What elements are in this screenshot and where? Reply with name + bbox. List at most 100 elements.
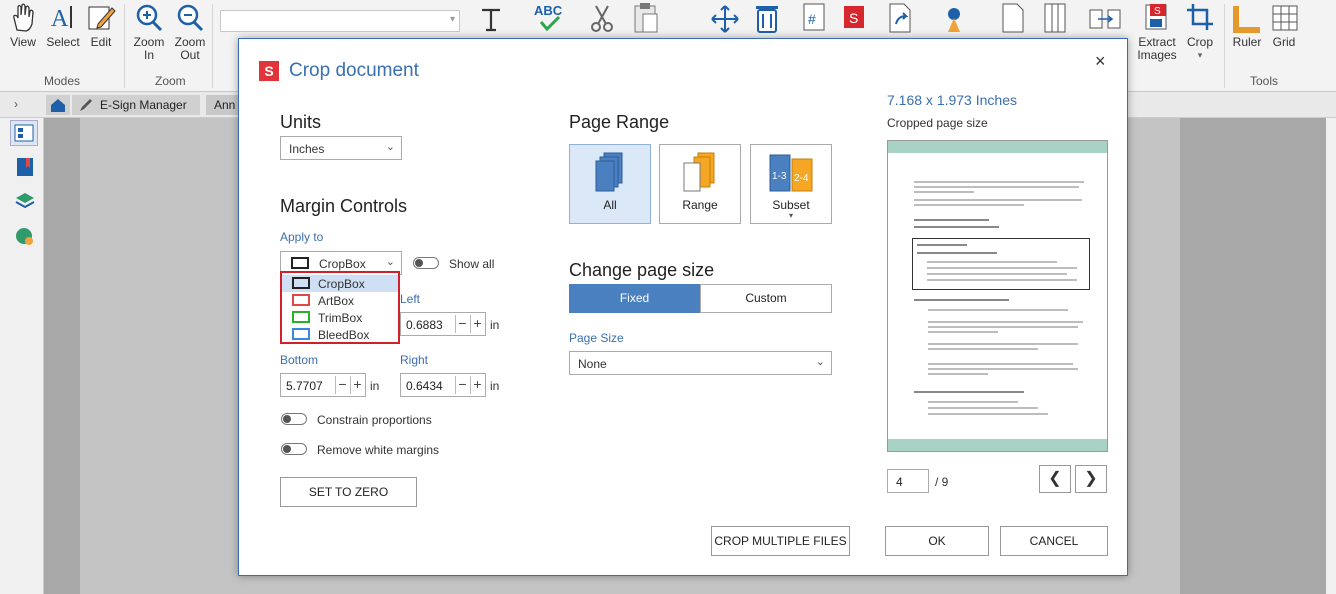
chevron-down-icon: ⌄ (815, 356, 825, 368)
increment-button[interactable]: + (470, 376, 484, 394)
dropdown-item-trimbox[interactable]: TrimBox (282, 309, 398, 326)
dropdown-item-cropbox[interactable]: CropBox (282, 275, 398, 292)
ribbon-separator (212, 4, 213, 88)
bottom-margin-value: 5.7707 (286, 379, 323, 393)
text-tool-icon[interactable] (476, 4, 506, 34)
preview-text-line (927, 273, 1067, 275)
preview-boxed-section (912, 238, 1090, 290)
set-to-zero-button[interactable]: SET TO ZERO (280, 477, 417, 507)
fixed-size-button[interactable]: Fixed (569, 284, 700, 313)
left-margin-input[interactable]: 0.6883 − + (400, 312, 486, 336)
scissors-icon[interactable] (588, 4, 616, 34)
ruler-label: Ruler (1232, 35, 1262, 49)
svg-text:ABC: ABC (534, 3, 563, 18)
margin-controls-heading: Margin Controls (280, 196, 408, 216)
ruler-button[interactable]: Ruler (1230, 2, 1264, 49)
zoom-out-icon (177, 4, 204, 32)
view-button[interactable]: View (8, 2, 38, 49)
sign-icon[interactable] (940, 4, 970, 34)
preview-text-line (914, 299, 1009, 301)
decrement-button[interactable]: − (335, 376, 349, 394)
apply-to-label: Apply to (280, 230, 324, 244)
page-number-icon[interactable]: # (800, 2, 830, 34)
units-select[interactable]: Inches ⌄ (280, 136, 402, 160)
extract-images-button[interactable]: S Extract Images (1136, 2, 1178, 62)
cancel-button[interactable]: CANCEL (1000, 526, 1108, 556)
bottom-margin-input[interactable]: 5.7707 − + (280, 373, 366, 397)
page-number-input[interactable]: 4 (887, 469, 929, 493)
right-label: Right (400, 353, 429, 367)
page-size-value: None (578, 357, 607, 371)
preview-text-line (928, 413, 1048, 415)
export-icon[interactable] (886, 2, 914, 34)
chevron-right-icon: ❯ (1084, 470, 1098, 487)
remove-white-margins-toggle[interactable] (281, 443, 307, 455)
crop-multiple-files-button[interactable]: CROP MULTIPLE FILES (711, 526, 850, 556)
font-combo[interactable]: ▾ (220, 10, 460, 32)
zoom-in-button[interactable]: Zoom In (133, 2, 165, 62)
bookmark-icon[interactable] (14, 156, 36, 178)
bottom-label: Bottom (280, 353, 319, 367)
expand-icon[interactable]: › (14, 97, 18, 111)
constrain-proportions-toggle[interactable] (281, 413, 307, 425)
preview-text-line (917, 252, 997, 254)
ribbon-separator (124, 4, 125, 88)
page-range-all[interactable]: All (569, 144, 651, 224)
select-button[interactable]: A Select (46, 2, 80, 49)
tab-esign-manager[interactable]: E-Sign Manager (72, 95, 200, 115)
crop-button[interactable]: Crop ▾ (1184, 2, 1216, 62)
close-icon[interactable]: × (1095, 51, 1106, 72)
columns-icon[interactable] (1042, 2, 1068, 34)
move-icon[interactable] (710, 4, 740, 34)
layers-icon[interactable] (14, 190, 36, 212)
increment-button[interactable]: + (350, 376, 364, 394)
home-tab[interactable] (46, 95, 70, 115)
bleedbox-swatch (292, 328, 310, 340)
preview-text-line (914, 226, 999, 228)
page-icon[interactable] (1000, 2, 1026, 34)
preview-text-line (917, 244, 967, 246)
thumbnails-button[interactable] (10, 120, 38, 146)
custom-size-button[interactable]: Custom (700, 284, 832, 313)
chevron-left-icon: ❮ (1048, 470, 1062, 487)
decrement-button[interactable]: − (455, 315, 469, 333)
preview-text-line (928, 326, 1078, 328)
compare-icon[interactable] (1088, 4, 1122, 34)
page-number-value: 4 (896, 475, 903, 489)
show-all-label: Show all (449, 257, 495, 271)
svg-text:S: S (849, 10, 858, 26)
chevron-down-icon: ▾ (788, 211, 793, 220)
previous-page-button[interactable]: ❮ (1039, 465, 1071, 493)
next-page-button[interactable]: ❯ (1075, 465, 1107, 493)
zoom-out-label: Zoom Out (174, 35, 206, 62)
increment-button[interactable]: + (470, 315, 484, 333)
page-range-range[interactable]: Range (659, 144, 741, 224)
dropdown-item-artbox[interactable]: ArtBox (282, 292, 398, 309)
grid-button[interactable]: Grid (1270, 2, 1298, 49)
clipboard-icon[interactable] (632, 2, 660, 34)
edit-icon (88, 6, 116, 30)
preview-text-line (927, 279, 1077, 281)
page-size-select[interactable]: None ⌄ (569, 351, 832, 375)
unit-label: in (490, 318, 500, 332)
dropdown-item-bleedbox[interactable]: BleedBox (282, 326, 398, 343)
edit-button[interactable]: Edit (86, 2, 116, 49)
trash-icon[interactable] (754, 2, 780, 34)
ok-button[interactable]: OK (885, 526, 989, 556)
preview-text-line (914, 391, 1024, 393)
decrement-button[interactable]: − (455, 376, 469, 394)
stamp-icon[interactable]: S (842, 4, 866, 32)
spellcheck-icon[interactable]: ABC (532, 2, 566, 34)
zoom-out-button[interactable]: Zoom Out (173, 2, 207, 62)
page-range-subset[interactable]: 1-3 2-4 Subset ▾ (750, 144, 832, 224)
preview-footer-band (888, 439, 1107, 451)
units-value: Inches (289, 142, 325, 156)
show-all-toggle[interactable] (413, 257, 439, 269)
page-range-heading: Page Range (569, 112, 670, 132)
globe-link-icon[interactable] (14, 226, 36, 248)
hand-icon (13, 3, 34, 32)
dropdown-item-label: CropBox (318, 277, 365, 291)
preview-text-line (914, 219, 989, 221)
right-margin-input[interactable]: 0.6434 − + (400, 373, 486, 397)
left-label: Left (400, 292, 421, 306)
